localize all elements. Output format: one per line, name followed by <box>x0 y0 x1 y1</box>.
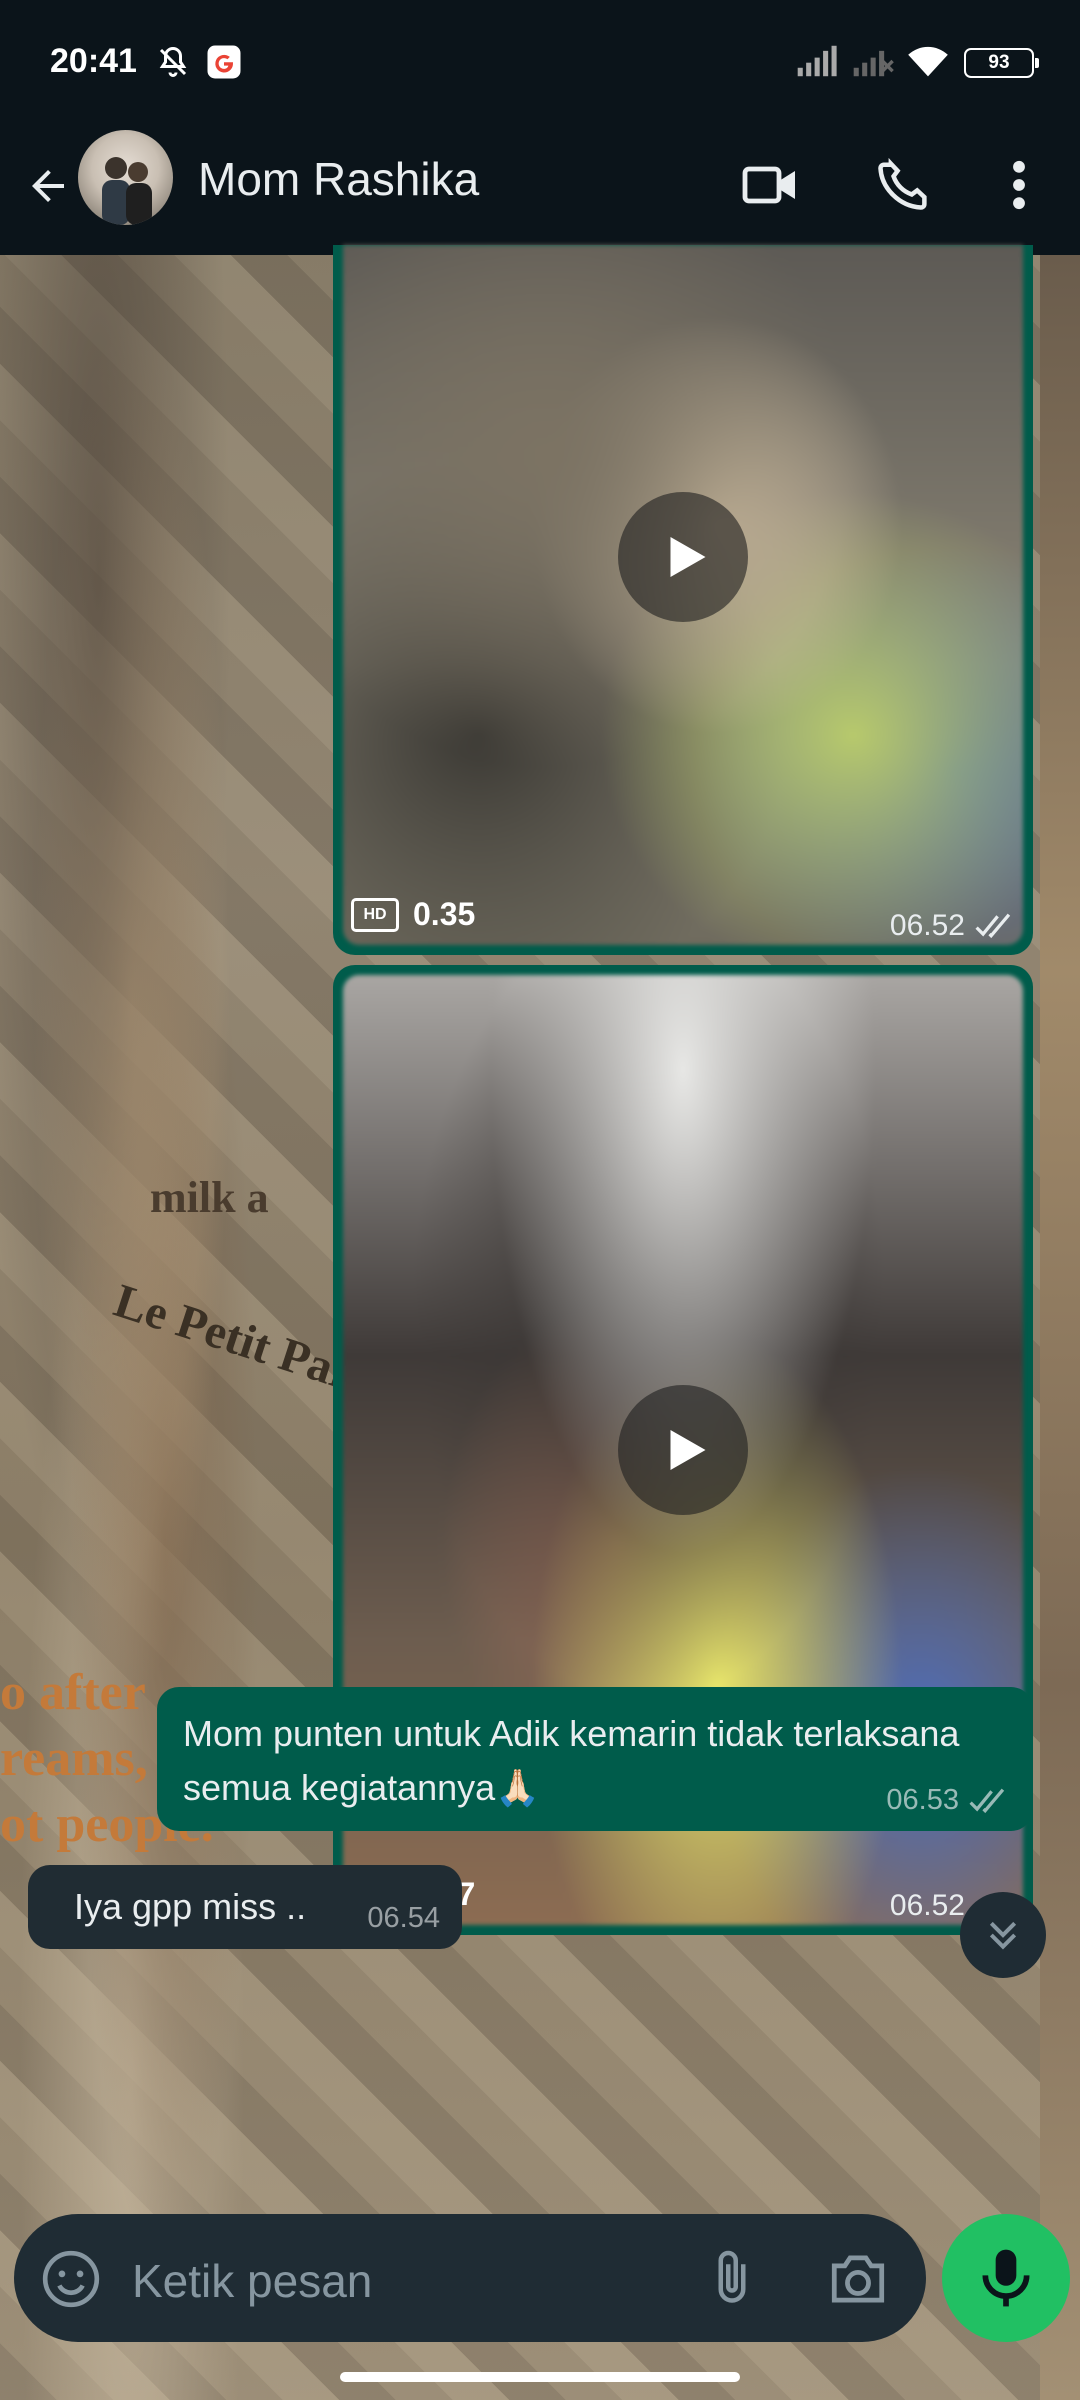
avatar[interactable] <box>78 130 173 225</box>
scroll-to-bottom-button[interactable] <box>960 1892 1046 1978</box>
back-arrow-icon <box>32 170 64 202</box>
wifi-icon <box>906 44 950 85</box>
emoji-button[interactable] <box>40 2248 102 2310</box>
emoji-icon <box>42 2250 100 2308</box>
more-options-icon <box>1013 160 1025 210</box>
mute-icon <box>155 44 191 85</box>
video-call-button[interactable] <box>736 150 806 220</box>
google-icon <box>206 44 242 85</box>
message-meta: 06.52 <box>890 909 1017 943</box>
play-button[interactable] <box>618 1385 748 1515</box>
voice-call-icon <box>878 158 927 210</box>
battery-level: 93 <box>988 52 1010 73</box>
hd-badge: HD <box>351 897 399 932</box>
outgoing-message[interactable]: Mom punten untuk Adik kemarin tidak terl… <box>157 1687 1033 1831</box>
wallpaper-text: milk a <box>150 1173 269 1222</box>
double-check-icon <box>969 1788 1005 1813</box>
message-meta: 06.53 <box>886 1784 1011 1817</box>
voice-message-button[interactable] <box>942 2214 1070 2342</box>
message-time: 06.52 <box>889 909 965 942</box>
home-indicator[interactable] <box>340 2372 740 2382</box>
message-text: Iya gpp miss .. <box>74 1886 307 1927</box>
microphone-icon <box>982 2249 1030 2307</box>
message-time: 06.53 <box>886 1784 959 1816</box>
camera-icon <box>831 2255 885 2303</box>
voice-call-button[interactable] <box>868 150 938 220</box>
message-composer[interactable]: Ketik pesan <box>14 2214 926 2342</box>
video-call-icon <box>742 166 795 204</box>
status-time: 20:41 <box>50 42 137 80</box>
attach-button[interactable] <box>702 2246 762 2310</box>
contact-name[interactable]: Mom Rashika <box>198 152 479 206</box>
paperclip-icon <box>718 2250 746 2303</box>
incoming-message[interactable]: Iya gpp miss .. 06.54 <box>28 1865 462 1949</box>
message-input[interactable]: Ketik pesan <box>132 2254 372 2308</box>
message-time: 06.52 <box>889 1889 965 1922</box>
message-time: 06.54 <box>367 1902 440 1934</box>
wallpaper-text: o after <box>0 1664 146 1721</box>
battery-icon: 93 <box>964 48 1039 78</box>
signal-icon <box>796 44 840 83</box>
signal-no-icon <box>852 44 896 83</box>
duration-text: 0.35 <box>413 896 476 932</box>
status-bar: 20:41 93 <box>0 0 1080 130</box>
chat-header: Mom Rashika <box>0 130 1080 255</box>
message-text: Mom punten untuk Adik kemarin tidak terl… <box>183 1713 960 1808</box>
wallpaper-edge <box>1040 255 1080 2400</box>
double-chevron-down-icon <box>989 1921 1017 1950</box>
double-check-icon <box>975 913 1011 939</box>
video-message[interactable]: HD 0.35 06.52 <box>333 245 1033 955</box>
video-duration: HD 0.35 <box>351 896 475 933</box>
play-icon <box>670 1430 706 1470</box>
play-button[interactable] <box>618 492 748 623</box>
camera-button[interactable] <box>826 2250 890 2308</box>
more-options-button[interactable] <box>984 150 1054 220</box>
wallpaper-text: reams, <box>0 1730 148 1787</box>
play-icon <box>670 537 706 578</box>
back-button[interactable] <box>18 156 78 216</box>
